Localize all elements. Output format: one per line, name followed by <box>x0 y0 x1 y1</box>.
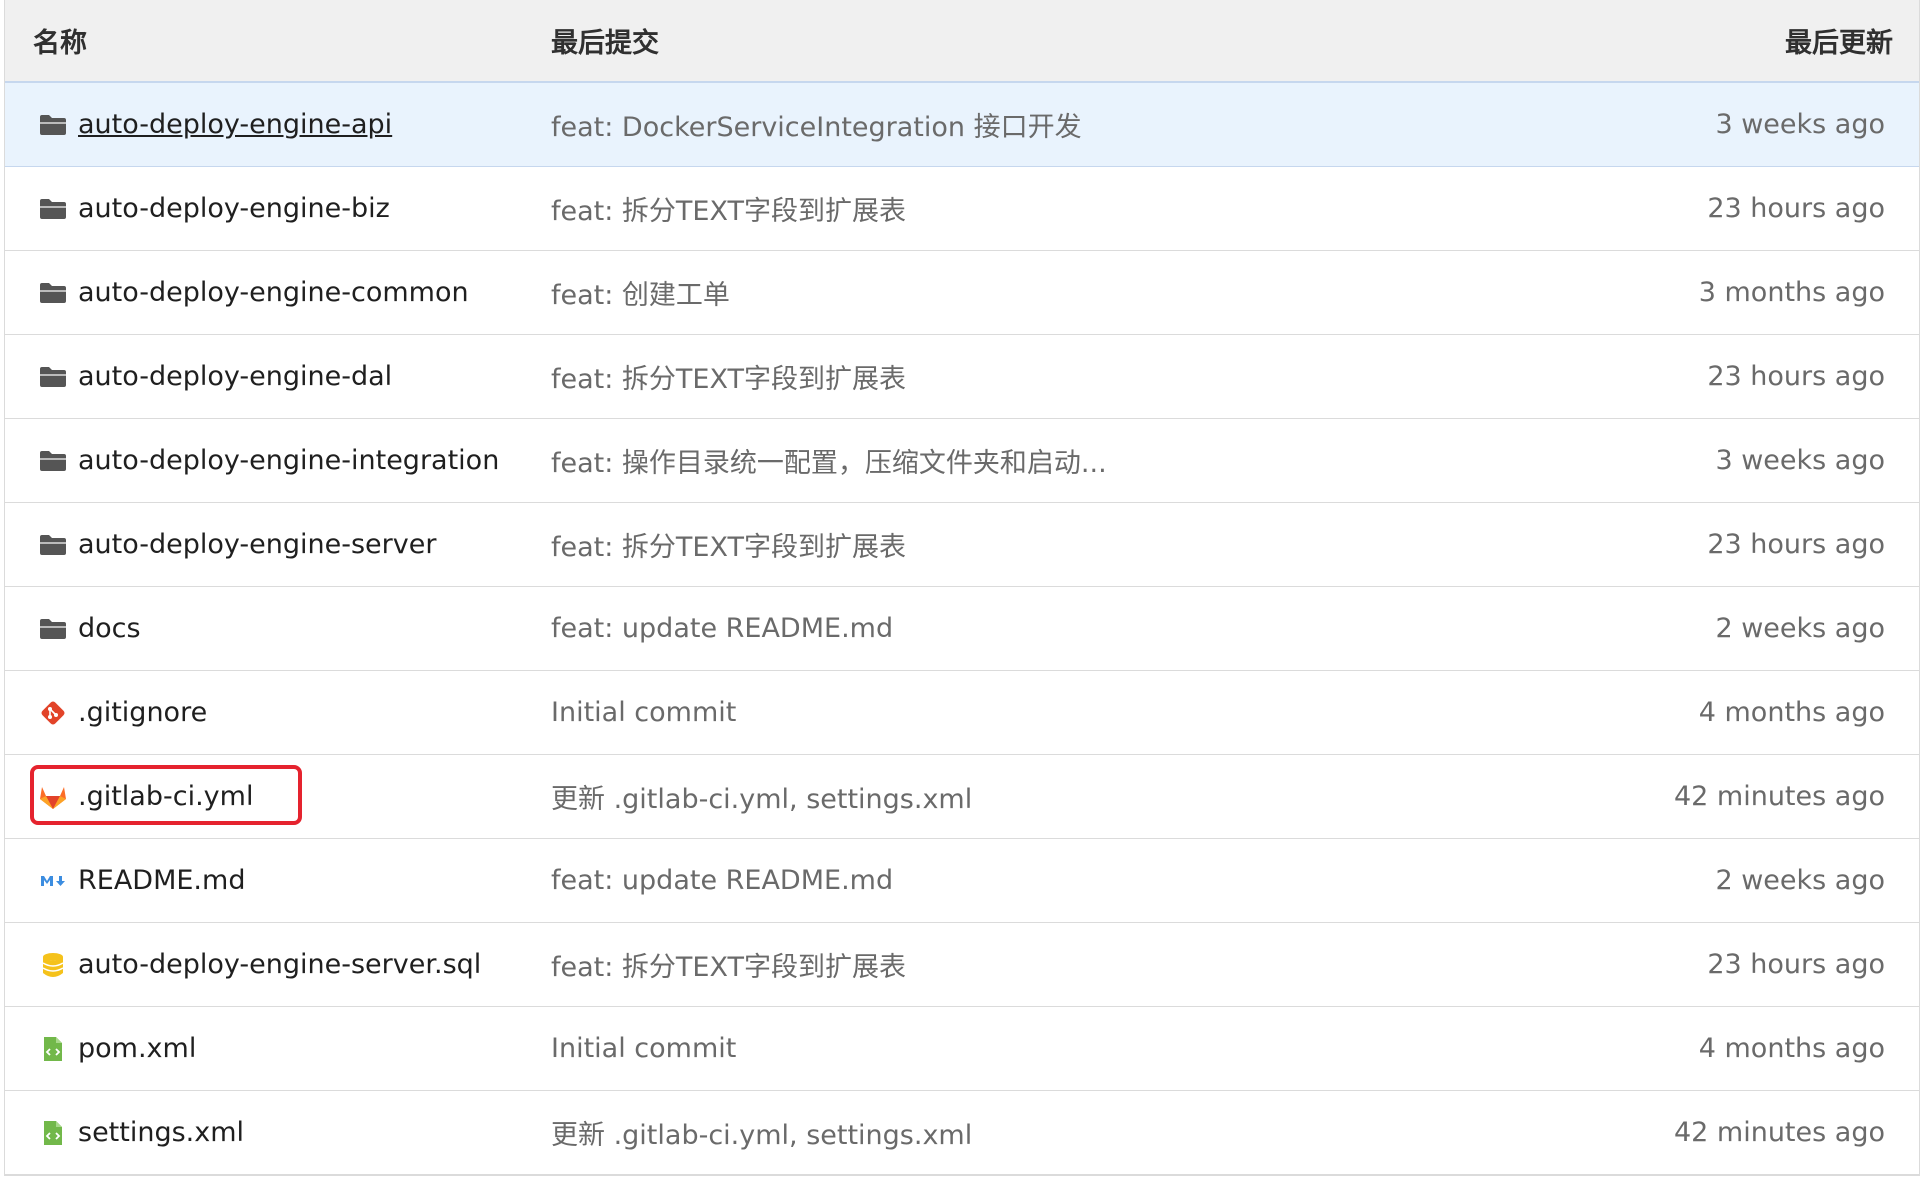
folder-icon <box>38 614 68 644</box>
file-name-link[interactable]: pom.xml <box>78 1033 196 1064</box>
last-updated-time: 42 minutes ago <box>1673 781 1885 812</box>
last-updated-time: 4 months ago <box>1698 697 1885 728</box>
commit-message-link[interactable]: feat: 拆分TEXT字段到扩展表 <box>551 357 906 396</box>
commit-message-link[interactable]: feat: update README.md <box>551 613 893 644</box>
table-row[interactable]: README.md feat: update README.md 2 weeks… <box>5 839 1919 923</box>
commit-column-header: 最后提交 <box>551 28 659 59</box>
commit-message-link[interactable]: feat: 拆分TEXT字段到扩展表 <box>551 525 906 564</box>
table-row[interactable]: auto-deploy-engine-server.sql feat: 拆分TE… <box>5 923 1919 1007</box>
commit-message-link[interactable]: Initial commit <box>551 697 736 728</box>
table-row[interactable]: pom.xml Initial commit 4 months ago <box>5 1007 1919 1091</box>
table-row[interactable]: settings.xml 更新 .gitlab-ci.yml, settings… <box>5 1091 1919 1175</box>
table-header: 名称 最后提交 最后更新 <box>5 0 1919 83</box>
last-updated-time: 3 weeks ago <box>1715 109 1885 140</box>
table-row[interactable]: auto-deploy-engine-dal feat: 拆分TEXT字段到扩展… <box>5 335 1919 419</box>
file-name-link[interactable]: .gitignore <box>78 697 207 728</box>
commit-message-link[interactable]: feat: 创建工单 <box>551 273 730 312</box>
file-table: 名称 最后提交 最后更新 auto-deploy-engine-api feat… <box>4 0 1920 1176</box>
file-name-link[interactable]: auto-deploy-engine-integration <box>78 445 499 476</box>
file-name-link[interactable]: docs <box>78 613 141 644</box>
xml-file-icon <box>38 1118 68 1148</box>
last-updated-time: 23 hours ago <box>1707 361 1885 392</box>
file-name-link[interactable]: auto-deploy-engine-common <box>78 277 469 308</box>
updated-column-header: 最后更新 <box>1785 28 1893 59</box>
table-row[interactable]: auto-deploy-engine-integration feat: 操作目… <box>5 419 1919 503</box>
file-name-link[interactable]: auto-deploy-engine-server <box>78 529 436 560</box>
database-icon <box>38 950 68 980</box>
last-updated-time: 23 hours ago <box>1707 193 1885 224</box>
folder-icon <box>38 362 68 392</box>
commit-message-link[interactable]: feat: 拆分TEXT字段到扩展表 <box>551 945 906 984</box>
file-name-link[interactable]: auto-deploy-engine-biz <box>78 193 390 224</box>
commit-message-link[interactable]: feat: update README.md <box>551 865 893 896</box>
file-name-link[interactable]: settings.xml <box>78 1117 244 1148</box>
last-updated-time: 23 hours ago <box>1707 529 1885 560</box>
table-row[interactable]: auto-deploy-engine-server feat: 拆分TEXT字段… <box>5 503 1919 587</box>
last-updated-time: 3 weeks ago <box>1715 445 1885 476</box>
markdown-icon <box>38 866 68 896</box>
commit-message-link[interactable]: 更新 .gitlab-ci.yml, settings.xml <box>551 1113 972 1152</box>
file-name-link[interactable]: .gitlab-ci.yml <box>78 781 253 812</box>
name-column-header: 名称 <box>33 28 87 59</box>
table-row[interactable]: auto-deploy-engine-common feat: 创建工单 3 m… <box>5 251 1919 335</box>
last-updated-time: 4 months ago <box>1698 1033 1885 1064</box>
table-row[interactable]: auto-deploy-engine-api feat: DockerServi… <box>5 83 1919 167</box>
last-updated-time: 2 weeks ago <box>1715 865 1885 896</box>
commit-message-link[interactable]: feat: 拆分TEXT字段到扩展表 <box>551 189 906 228</box>
file-name-link[interactable]: README.md <box>78 865 245 896</box>
folder-icon <box>38 278 68 308</box>
last-updated-time: 42 minutes ago <box>1673 1117 1885 1148</box>
commit-message-link[interactable]: feat: 操作目录统一配置，压缩文件夹和启动... <box>551 441 1107 480</box>
last-updated-time: 2 weeks ago <box>1715 613 1885 644</box>
git-icon <box>38 698 68 728</box>
commit-message-link[interactable]: feat: DockerServiceIntegration 接口开发 <box>551 105 1082 144</box>
table-row[interactable]: .gitlab-ci.yml 更新 .gitlab-ci.yml, settin… <box>5 755 1919 839</box>
table-row[interactable]: docs feat: update README.md 2 weeks ago <box>5 587 1919 671</box>
file-name-link[interactable]: auto-deploy-engine-server.sql <box>78 949 481 980</box>
folder-icon <box>38 110 68 140</box>
folder-icon <box>38 530 68 560</box>
last-updated-time: 3 months ago <box>1698 277 1885 308</box>
commit-message-link[interactable]: Initial commit <box>551 1033 736 1064</box>
table-row[interactable]: .gitignore Initial commit 4 months ago <box>5 671 1919 755</box>
file-name-link[interactable]: auto-deploy-engine-api <box>78 109 392 140</box>
folder-icon <box>38 446 68 476</box>
folder-icon <box>38 194 68 224</box>
xml-file-icon <box>38 1034 68 1064</box>
last-updated-time: 23 hours ago <box>1707 949 1885 980</box>
commit-message-link[interactable]: 更新 .gitlab-ci.yml, settings.xml <box>551 777 972 816</box>
gitlab-icon <box>38 782 68 812</box>
table-row[interactable]: auto-deploy-engine-biz feat: 拆分TEXT字段到扩展… <box>5 167 1919 251</box>
file-name-link[interactable]: auto-deploy-engine-dal <box>78 361 392 392</box>
